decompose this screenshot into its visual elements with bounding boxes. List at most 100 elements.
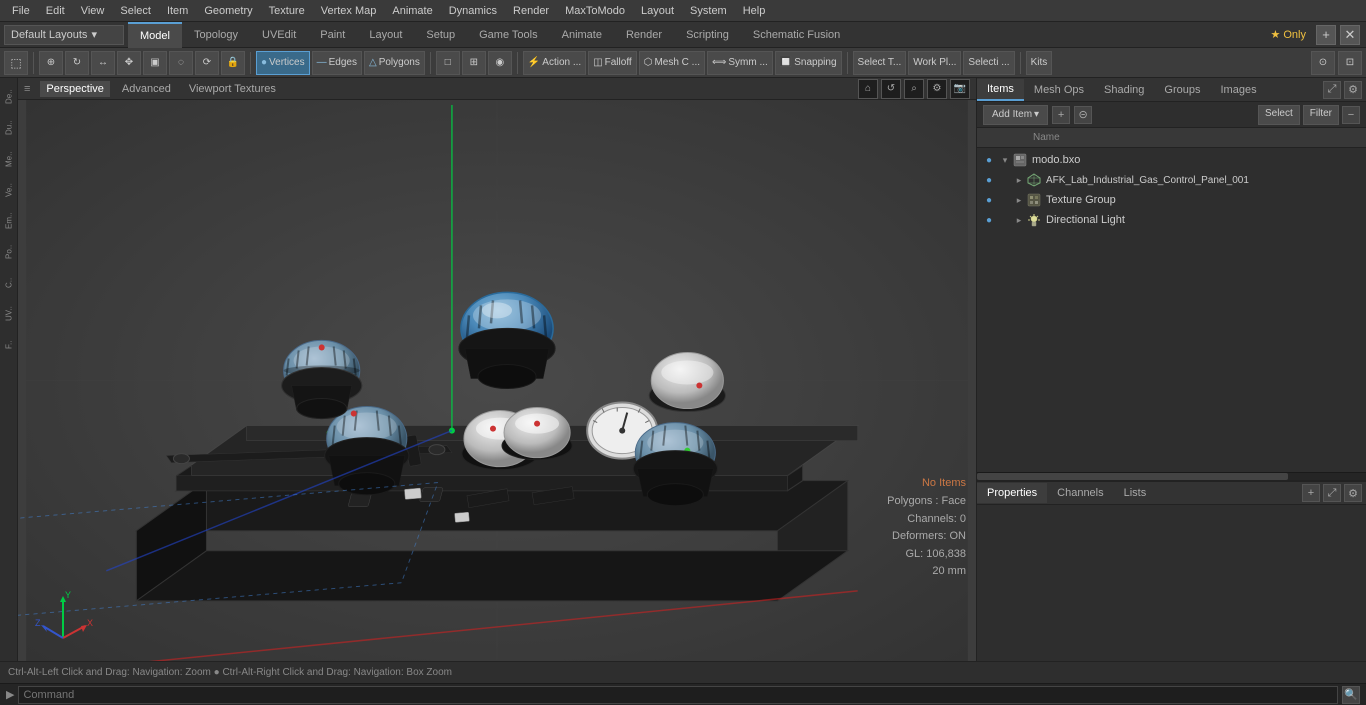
menu-help[interactable]: Help (735, 3, 774, 19)
tool-snapping[interactable]: 🔲 Snapping (775, 51, 842, 75)
items-scrollbar-thumb[interactable] (977, 473, 1288, 480)
layout-plus-button[interactable]: + (1316, 25, 1336, 45)
viewport-rotate-btn[interactable]: ↺ (881, 79, 901, 99)
items-filter-button[interactable]: Filter (1303, 105, 1339, 125)
item-expand-light[interactable]: ▸ (1013, 214, 1025, 226)
sidebar-item-ve[interactable]: Ve.. (1, 175, 17, 205)
item-row-directional-light[interactable]: ● ▸ Directional Light (977, 210, 1366, 230)
tab-uvedit[interactable]: UVEdit (250, 22, 308, 48)
item-expand-afk[interactable]: ▸ (1013, 174, 1025, 186)
prop-plus-btn[interactable]: + (1302, 484, 1320, 502)
sidebar-item-em[interactable]: Em.. (1, 206, 17, 236)
item-eye-directional-light[interactable]: ● (981, 212, 997, 228)
menu-view[interactable]: View (73, 3, 113, 19)
tab-schematic-fusion[interactable]: Schematic Fusion (741, 22, 852, 48)
tool-symmetry[interactable]: ⟺ Symm ... (707, 51, 773, 75)
item-row-modo-bxo[interactable]: ● ▾ modo.bxo (977, 150, 1366, 170)
layout-settings-button[interactable]: ✕ (1340, 25, 1360, 45)
tool-camera-reset[interactable]: ⊙ (1311, 51, 1335, 75)
prop-settings-btn[interactable]: ⚙ (1344, 484, 1362, 502)
tool-action[interactable]: ⚡ Action ... (523, 51, 586, 75)
items-minus-btn[interactable]: − (1342, 106, 1360, 124)
tool-mode-box[interactable]: □ (436, 51, 460, 75)
items-delete-icon[interactable]: ⊝ (1074, 106, 1092, 124)
sidebar-item-po[interactable]: Po.. (1, 237, 17, 267)
sidebar-item-de[interactable]: De.. (1, 82, 17, 112)
menu-file[interactable]: File (4, 3, 38, 19)
items-tab-mesh-ops[interactable]: Mesh Ops (1024, 80, 1094, 100)
viewport-camera-icon[interactable]: 📷 (950, 79, 970, 99)
items-add-icon[interactable]: + (1052, 106, 1070, 124)
tab-animate[interactable]: Animate (550, 22, 614, 48)
tab-setup[interactable]: Setup (414, 22, 467, 48)
item-eye-texture-group[interactable]: ● (981, 192, 997, 208)
star-only-label[interactable]: ★ Only (1264, 26, 1312, 43)
sidebar-item-uv[interactable]: UV.. (1, 299, 17, 329)
tab-game-tools[interactable]: Game Tools (467, 22, 550, 48)
command-search-button[interactable]: 🔍 (1342, 686, 1360, 704)
viewport-zoom-btn[interactable]: ⌕ (904, 79, 924, 99)
tool-rotate[interactable]: ↻ (65, 51, 89, 75)
sidebar-item-du[interactable]: Du.. (1, 113, 17, 143)
menu-system[interactable]: System (682, 3, 735, 19)
tool-selection[interactable]: Selecti ... (963, 51, 1014, 75)
viewport-tab-perspective[interactable]: Perspective (40, 81, 109, 97)
item-expand-modo-bxo[interactable]: ▾ (999, 154, 1011, 166)
menu-dynamics[interactable]: Dynamics (441, 3, 505, 19)
menu-select[interactable]: Select (112, 3, 159, 19)
sidebar-item-f[interactable]: F.. (1, 330, 17, 360)
menu-animate[interactable]: Animate (384, 3, 440, 19)
items-scrollbar-track[interactable] (977, 472, 1366, 480)
tab-render[interactable]: Render (614, 22, 674, 48)
items-select-button[interactable]: Select (1258, 105, 1300, 125)
item-eye-afk-lab[interactable]: ● (981, 172, 997, 188)
sidebar-item-me[interactable]: Me.. (1, 144, 17, 174)
menu-item[interactable]: Item (159, 3, 196, 19)
tool-move[interactable]: ✥ (117, 51, 141, 75)
menu-layout[interactable]: Layout (633, 3, 682, 19)
viewport[interactable]: ≡ Perspective Advanced Viewport Textures… (18, 78, 976, 661)
tool-lock[interactable]: 🔒 (221, 51, 245, 75)
items-tab-groups[interactable]: Groups (1154, 80, 1210, 100)
tab-model[interactable]: Model (128, 22, 182, 48)
command-input[interactable] (18, 686, 1338, 704)
tool-loop[interactable]: ◌ (169, 51, 193, 75)
tool-kits[interactable]: Kits (1026, 51, 1053, 75)
add-item-button[interactable]: Add Item ▾ (983, 105, 1048, 125)
layout-dropdown[interactable]: Default Layouts ▾ (4, 25, 124, 45)
tool-polygons[interactable]: △ Polygons (364, 51, 425, 75)
prop-tab-lists[interactable]: Lists (1114, 483, 1157, 503)
tool-edges[interactable]: — Edges (312, 51, 362, 75)
viewport-home-btn[interactable]: ⌂ (858, 79, 878, 99)
tab-scripting[interactable]: Scripting (674, 22, 741, 48)
tool-vertices[interactable]: ● Vertices (256, 51, 310, 75)
viewport-menu-icon[interactable]: ≡ (24, 83, 30, 95)
menu-texture[interactable]: Texture (261, 3, 313, 19)
tool-work-plane[interactable]: Work Pl... (908, 51, 961, 75)
items-tab-items[interactable]: Items (977, 79, 1024, 101)
tool-mesh[interactable]: ⬡ Mesh C ... (639, 51, 705, 75)
viewport-tab-textures[interactable]: Viewport Textures (183, 81, 282, 97)
tool-wire[interactable]: ⊞ (462, 51, 486, 75)
item-eye-modo-bxo[interactable]: ● (981, 152, 997, 168)
tool-select-type[interactable]: ▣ (143, 51, 167, 75)
menu-edit[interactable]: Edit (38, 3, 73, 19)
sidebar-item-c[interactable]: C.. (1, 268, 17, 298)
items-expand-btn[interactable]: ⤢ (1323, 81, 1341, 99)
menu-maxtomodo[interactable]: MaxToModo (557, 3, 633, 19)
tool-select-mode[interactable]: ⬚ (4, 51, 28, 75)
prop-tab-channels[interactable]: Channels (1047, 483, 1113, 503)
tool-falloff[interactable]: ◫ Falloff (588, 51, 637, 75)
viewport-tab-advanced[interactable]: Advanced (116, 81, 177, 97)
menu-vertex-map[interactable]: Vertex Map (313, 3, 385, 19)
tool-viewport-layout[interactable]: ⊡ (1338, 51, 1362, 75)
item-row-texture-group[interactable]: ● ▸ Texture Group (977, 190, 1366, 210)
viewport-settings-icon[interactable]: ⚙ (927, 79, 947, 99)
items-settings-btn[interactable]: ⚙ (1344, 81, 1362, 99)
prop-tab-properties[interactable]: Properties (977, 483, 1047, 503)
items-tab-images[interactable]: Images (1211, 80, 1267, 100)
tool-transform[interactable]: ⊕ (39, 51, 63, 75)
tool-scale[interactable]: ↔ (91, 51, 115, 75)
tab-topology[interactable]: Topology (182, 22, 250, 48)
menu-geometry[interactable]: Geometry (196, 3, 260, 19)
